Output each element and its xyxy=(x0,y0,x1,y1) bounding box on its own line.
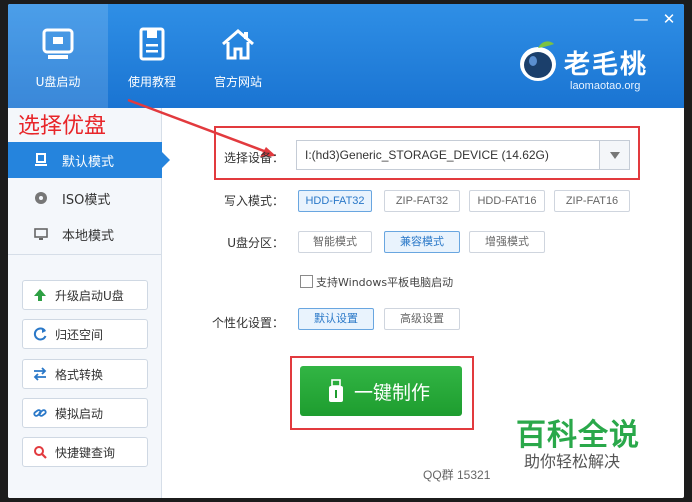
sidebar: 默认模式 ISO模式 本地模式 升级启动U盘 归还空间 格式转换 模拟启动 快捷… xyxy=(8,108,170,498)
mode-iso[interactable]: ISO模式 xyxy=(8,180,162,216)
upgrade-usb-button[interactable]: 升级启动U盘 xyxy=(22,280,148,310)
tablet-checkbox-label: 支持Windows平板电脑启动 xyxy=(316,276,454,289)
highlight-box-make xyxy=(290,356,474,430)
tablet-checkbox[interactable] xyxy=(300,275,313,288)
peach-logo-icon xyxy=(520,41,556,81)
disc-icon xyxy=(35,192,47,204)
partition-enhanced[interactable]: 增强模式 xyxy=(469,231,545,253)
nav-tutorial[interactable]: 使用教程 xyxy=(112,4,192,108)
qq-group-text: QQ群 15321 xyxy=(423,468,491,482)
nav-official-site[interactable]: 官方网站 xyxy=(200,4,276,108)
partition-smart[interactable]: 智能模式 xyxy=(298,231,372,253)
tool-label: 格式转换 xyxy=(55,368,104,382)
mode-default[interactable]: 默认模式 xyxy=(8,142,170,178)
logo-text: 老毛桃 xyxy=(564,50,649,80)
write-mode-hdd-fat16[interactable]: HDD-FAT16 xyxy=(469,190,545,212)
tool-label: 升级启动U盘 xyxy=(55,289,124,303)
usb-drive-icon xyxy=(42,28,74,59)
watermark-subtitle: 助你轻松解决 xyxy=(524,452,621,471)
write-mode-hdd-fat32[interactable]: HDD-FAT32 xyxy=(298,190,372,212)
tool-label: 归还空间 xyxy=(55,328,104,342)
logo-domain: laomaotao.org xyxy=(570,80,641,92)
partition-compatible[interactable]: 兼容模式 xyxy=(384,231,460,253)
write-mode-zip-fat16[interactable]: ZIP-FAT16 xyxy=(554,190,630,212)
refresh-icon xyxy=(33,327,47,341)
sidebar-divider xyxy=(8,254,162,255)
header-bar: U盘启动 使用教程 官方网站 — ✕ 老毛桃 laomaotao.org xyxy=(8,4,684,108)
search-icon xyxy=(34,446,47,459)
close-button[interactable]: ✕ xyxy=(660,10,678,28)
write-mode-zip-fat32[interactable]: ZIP-FAT32 xyxy=(384,190,460,212)
home-icon xyxy=(222,29,254,60)
nav-usb-boot[interactable]: U盘启动 xyxy=(8,4,108,108)
write-mode-label: 写入模式： xyxy=(223,194,284,208)
up-arrow-icon xyxy=(34,289,46,301)
monitor-icon xyxy=(34,228,48,240)
brand-logo: 老毛桃 laomaotao.org xyxy=(514,32,674,96)
usb-mode-icon xyxy=(35,153,47,166)
nav-label: U盘启动 xyxy=(35,75,81,89)
mode-local[interactable]: 本地模式 xyxy=(8,216,162,252)
mode-label: 默认模式 xyxy=(62,155,115,170)
tool-label: 快捷键查询 xyxy=(55,446,116,460)
restore-space-button[interactable]: 归还空间 xyxy=(22,319,148,349)
personalize-default[interactable]: 默认设置 xyxy=(298,308,374,330)
format-convert-button[interactable]: 格式转换 xyxy=(22,359,148,389)
hotkey-query-button[interactable]: 快捷键查询 xyxy=(22,437,148,467)
minimize-button[interactable]: — xyxy=(632,10,650,28)
mode-label: ISO模式 xyxy=(62,193,111,208)
highlight-box-device xyxy=(214,126,640,180)
annotation-text: 选择优盘 xyxy=(18,114,107,139)
tool-label: 模拟启动 xyxy=(55,407,104,421)
link-icon xyxy=(33,409,47,417)
swap-icon xyxy=(33,367,47,381)
nav-label: 官方网站 xyxy=(213,75,262,89)
personalize-advanced[interactable]: 高级设置 xyxy=(384,308,460,330)
app-window: U盘启动 使用教程 官方网站 — ✕ 老毛桃 laomaotao.org 默认模… xyxy=(8,4,684,498)
personalize-label: 个性化设置： xyxy=(211,316,284,330)
document-icon xyxy=(139,27,165,61)
nav-label: 使用教程 xyxy=(127,75,176,89)
simulate-boot-button[interactable]: 模拟启动 xyxy=(22,398,148,428)
mode-label: 本地模式 xyxy=(62,229,115,244)
partition-label: U盘分区： xyxy=(227,236,284,250)
